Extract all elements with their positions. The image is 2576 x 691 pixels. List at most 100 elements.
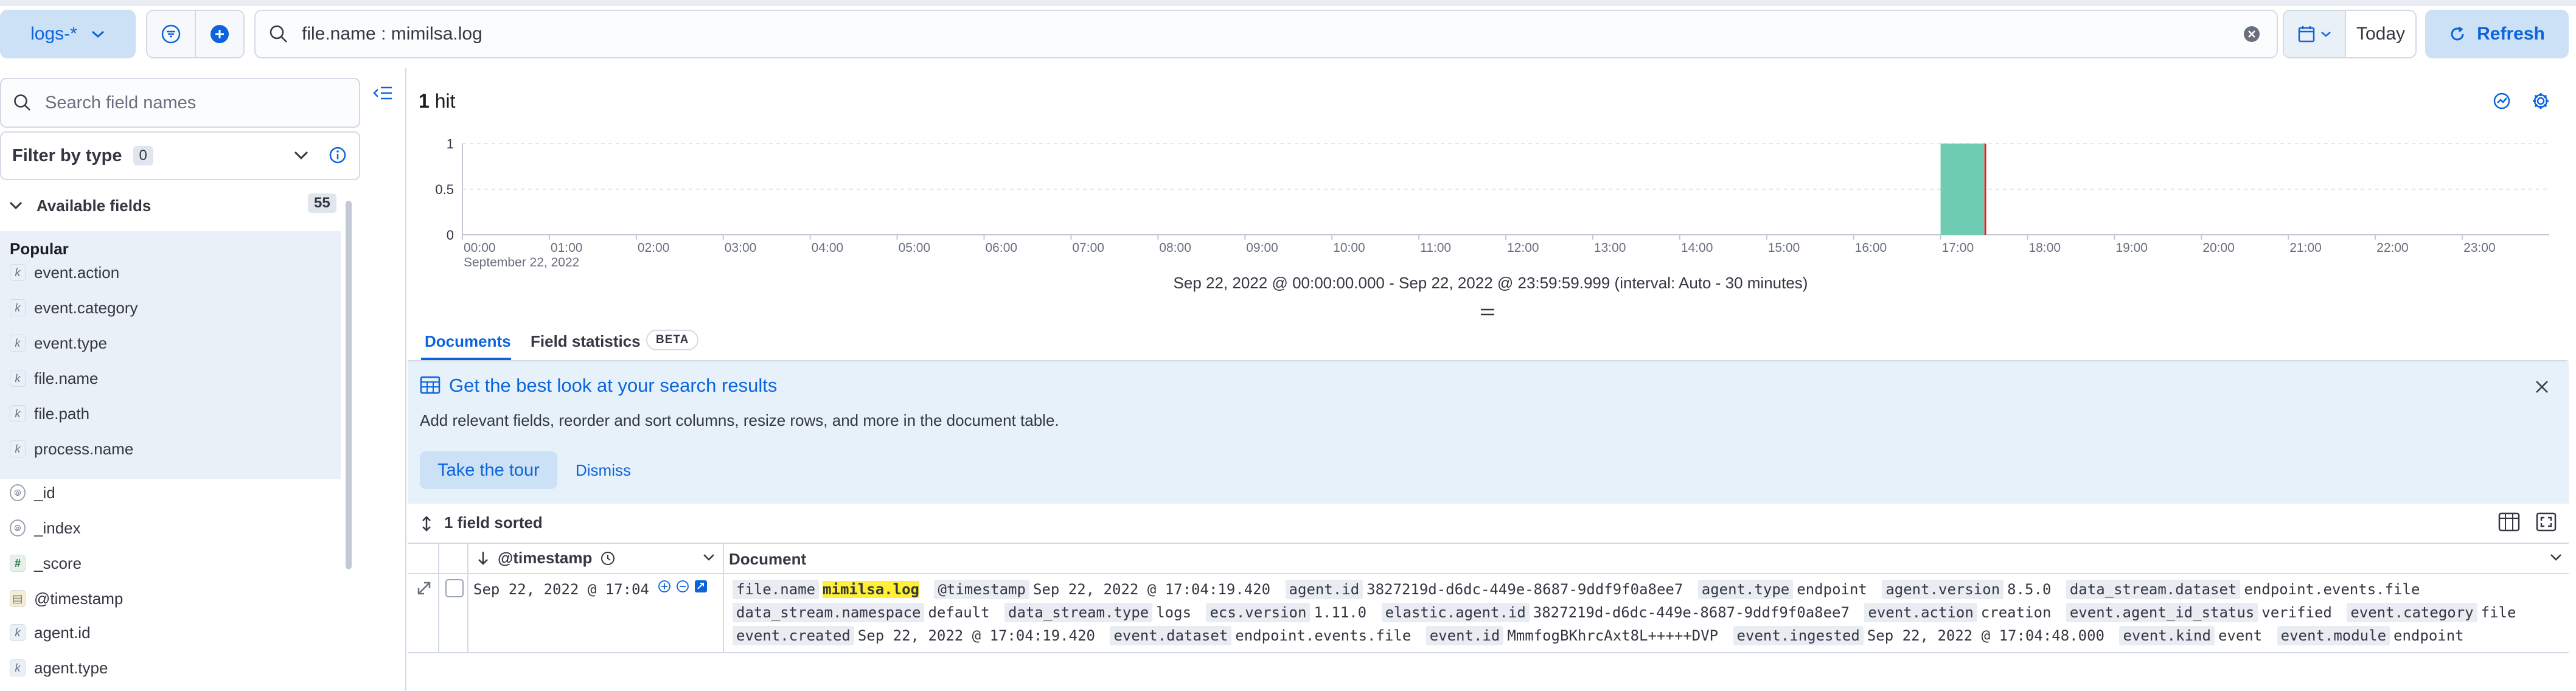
x-tick-label: 22:00 bbox=[2376, 241, 2409, 255]
filter-out-icon[interactable] bbox=[675, 579, 690, 594]
field-item[interactable]: k event.type bbox=[10, 331, 107, 355]
add-filter-button[interactable] bbox=[195, 11, 243, 57]
sort-icon[interactable] bbox=[420, 516, 433, 532]
doc-field-value: 3827219d-d6dc-449e-8687-9ddf9f0a8ee7 bbox=[1366, 581, 1683, 598]
field-item[interactable]: k event.action bbox=[10, 260, 119, 285]
view-tabs: Documents Field statistics BETA bbox=[408, 322, 2567, 361]
gear-icon[interactable] bbox=[2531, 91, 2550, 111]
doc-field-key: event.category bbox=[2347, 603, 2477, 622]
sidebar-scrollbar[interactable] bbox=[346, 201, 352, 569]
take-tour-button[interactable]: Take the tour bbox=[420, 451, 557, 489]
keyword-type-icon: k bbox=[10, 659, 26, 676]
field-item[interactable]: k file.name bbox=[10, 366, 99, 391]
keyword-type-icon: k bbox=[10, 264, 26, 281]
field-name: event.action bbox=[34, 263, 120, 282]
chevron-down-icon bbox=[91, 29, 105, 39]
doc-field-key: event.dataset bbox=[1110, 626, 1232, 645]
close-icon[interactable] bbox=[2535, 380, 2549, 394]
doc-field-value: event bbox=[2218, 627, 2263, 644]
doc-field-key: event.kind bbox=[2119, 626, 2215, 645]
doc-field-key: event.agent_id_status bbox=[2066, 603, 2258, 622]
clear-query-icon[interactable] bbox=[2243, 25, 2261, 43]
tab-documents[interactable]: Documents bbox=[425, 332, 511, 351]
doc-field-key: elastic.agent.id bbox=[1381, 603, 1530, 622]
resize-handle-icon[interactable] bbox=[1480, 308, 1495, 316]
field-item[interactable]: k process.name bbox=[10, 437, 133, 461]
tab-field-statistics[interactable]: Field statistics bbox=[531, 332, 641, 351]
doc-field-key: event.action bbox=[1864, 603, 1977, 622]
hits-counter: 1 hit bbox=[419, 90, 455, 113]
available-fields-toggle[interactable]: Available fields bbox=[0, 189, 341, 223]
doc-field-key: file.name bbox=[733, 580, 820, 599]
info-icon[interactable] bbox=[329, 146, 347, 164]
doc-field-value: Sep 22, 2022 @ 17:04:48.000 bbox=[1867, 627, 2104, 644]
field-item[interactable]: k agent.id bbox=[10, 620, 91, 645]
x-tick-label: 06:00 bbox=[986, 241, 1018, 255]
field-name: @timestamp bbox=[34, 589, 124, 608]
data-view-selector[interactable]: logs-* bbox=[0, 10, 136, 58]
x-tick-label: 12:00 bbox=[1507, 241, 1539, 255]
chevron-down-icon[interactable] bbox=[2549, 552, 2563, 562]
field-item[interactable]: k event.category bbox=[10, 296, 138, 320]
doc-field-value: logs bbox=[1156, 604, 1192, 621]
doc-field-key: event.id bbox=[1426, 626, 1504, 645]
quick-select-button[interactable] bbox=[2284, 11, 2346, 57]
expand-row-icon[interactable] bbox=[416, 580, 432, 596]
field-name: _index bbox=[34, 518, 81, 537]
document-column-header[interactable]: Document bbox=[729, 550, 806, 569]
field-search-input[interactable]: Search field names bbox=[0, 78, 360, 128]
field-name: file.name bbox=[34, 369, 99, 387]
filter-type-count: 0 bbox=[133, 146, 153, 165]
doc-field-key: @timestamp bbox=[934, 580, 1029, 599]
filter-by-type-button[interactable]: Filter by type 0 bbox=[0, 131, 360, 180]
x-tick-label: 16:00 bbox=[1855, 241, 1887, 255]
filter-menu-button[interactable] bbox=[147, 11, 195, 57]
doc-field-key: data_stream.type bbox=[1004, 603, 1153, 622]
sort-descending-icon bbox=[477, 550, 489, 566]
x-tick-label: 13:00 bbox=[1594, 241, 1626, 255]
collapse-sidebar-icon[interactable] bbox=[372, 84, 394, 102]
table-icon bbox=[420, 376, 440, 394]
row-checkbox[interactable] bbox=[445, 579, 464, 597]
field-item[interactable]: k file.path bbox=[10, 401, 89, 426]
field-name: agent.type bbox=[34, 658, 108, 677]
timestamp-column-header[interactable]: @timestamp bbox=[477, 549, 615, 568]
field-item[interactable]: ⦾ _index bbox=[10, 516, 81, 540]
x-tick-label: 11:00 bbox=[1420, 241, 1451, 255]
refresh-button[interactable]: Refresh bbox=[2425, 10, 2569, 58]
doc-field-value: verified bbox=[2261, 604, 2332, 621]
field-item[interactable]: k agent.type bbox=[10, 656, 108, 680]
filter-for-icon[interactable] bbox=[657, 579, 672, 594]
doc-field-key: event.created bbox=[733, 626, 854, 645]
dismiss-button[interactable]: Dismiss bbox=[576, 461, 631, 480]
refresh-label: Refresh bbox=[2477, 24, 2545, 44]
field-item[interactable]: ▤ @timestamp bbox=[10, 586, 123, 611]
field-search-placeholder: Search field names bbox=[45, 92, 197, 113]
date-range-label[interactable]: Today bbox=[2346, 11, 2415, 57]
x-tick-label: 14:00 bbox=[1681, 241, 1713, 255]
column-settings-icon[interactable] bbox=[2498, 512, 2520, 532]
keyword-type-icon: k bbox=[10, 335, 26, 352]
chevron-down-icon[interactable] bbox=[702, 552, 715, 562]
fullscreen-icon[interactable] bbox=[2536, 512, 2557, 532]
x-tick-label: 03:00 bbox=[725, 241, 757, 255]
column-divider bbox=[723, 544, 724, 652]
expand-cell-icon[interactable] bbox=[694, 579, 708, 594]
hits-label: hit bbox=[434, 90, 456, 112]
doc-field-key: agent.type bbox=[1697, 580, 1794, 599]
sort-label[interactable]: 1 field sorted bbox=[444, 513, 543, 532]
query-bar[interactable]: file.name : mimilsa.log bbox=[254, 10, 2278, 58]
doc-field-value: creation bbox=[1980, 604, 2052, 621]
column-divider bbox=[438, 544, 439, 652]
popular-fields-title: Popular bbox=[10, 240, 69, 258]
doc-field-value-highlight: mimilsa.log bbox=[823, 581, 919, 598]
visualize-icon[interactable] bbox=[2492, 91, 2512, 111]
doc-field-key: ecs.version bbox=[1206, 603, 1311, 622]
query-input[interactable]: file.name : mimilsa.log bbox=[302, 24, 2243, 44]
active-tab-indicator bbox=[421, 358, 511, 360]
filter-controls bbox=[146, 10, 245, 58]
filter-icon bbox=[161, 24, 181, 44]
field-item[interactable]: # _score bbox=[10, 551, 82, 575]
doc-field-value: Sep 22, 2022 @ 17:04:19.420 bbox=[1032, 581, 1271, 598]
field-item[interactable]: ⦾ _id bbox=[10, 481, 55, 505]
